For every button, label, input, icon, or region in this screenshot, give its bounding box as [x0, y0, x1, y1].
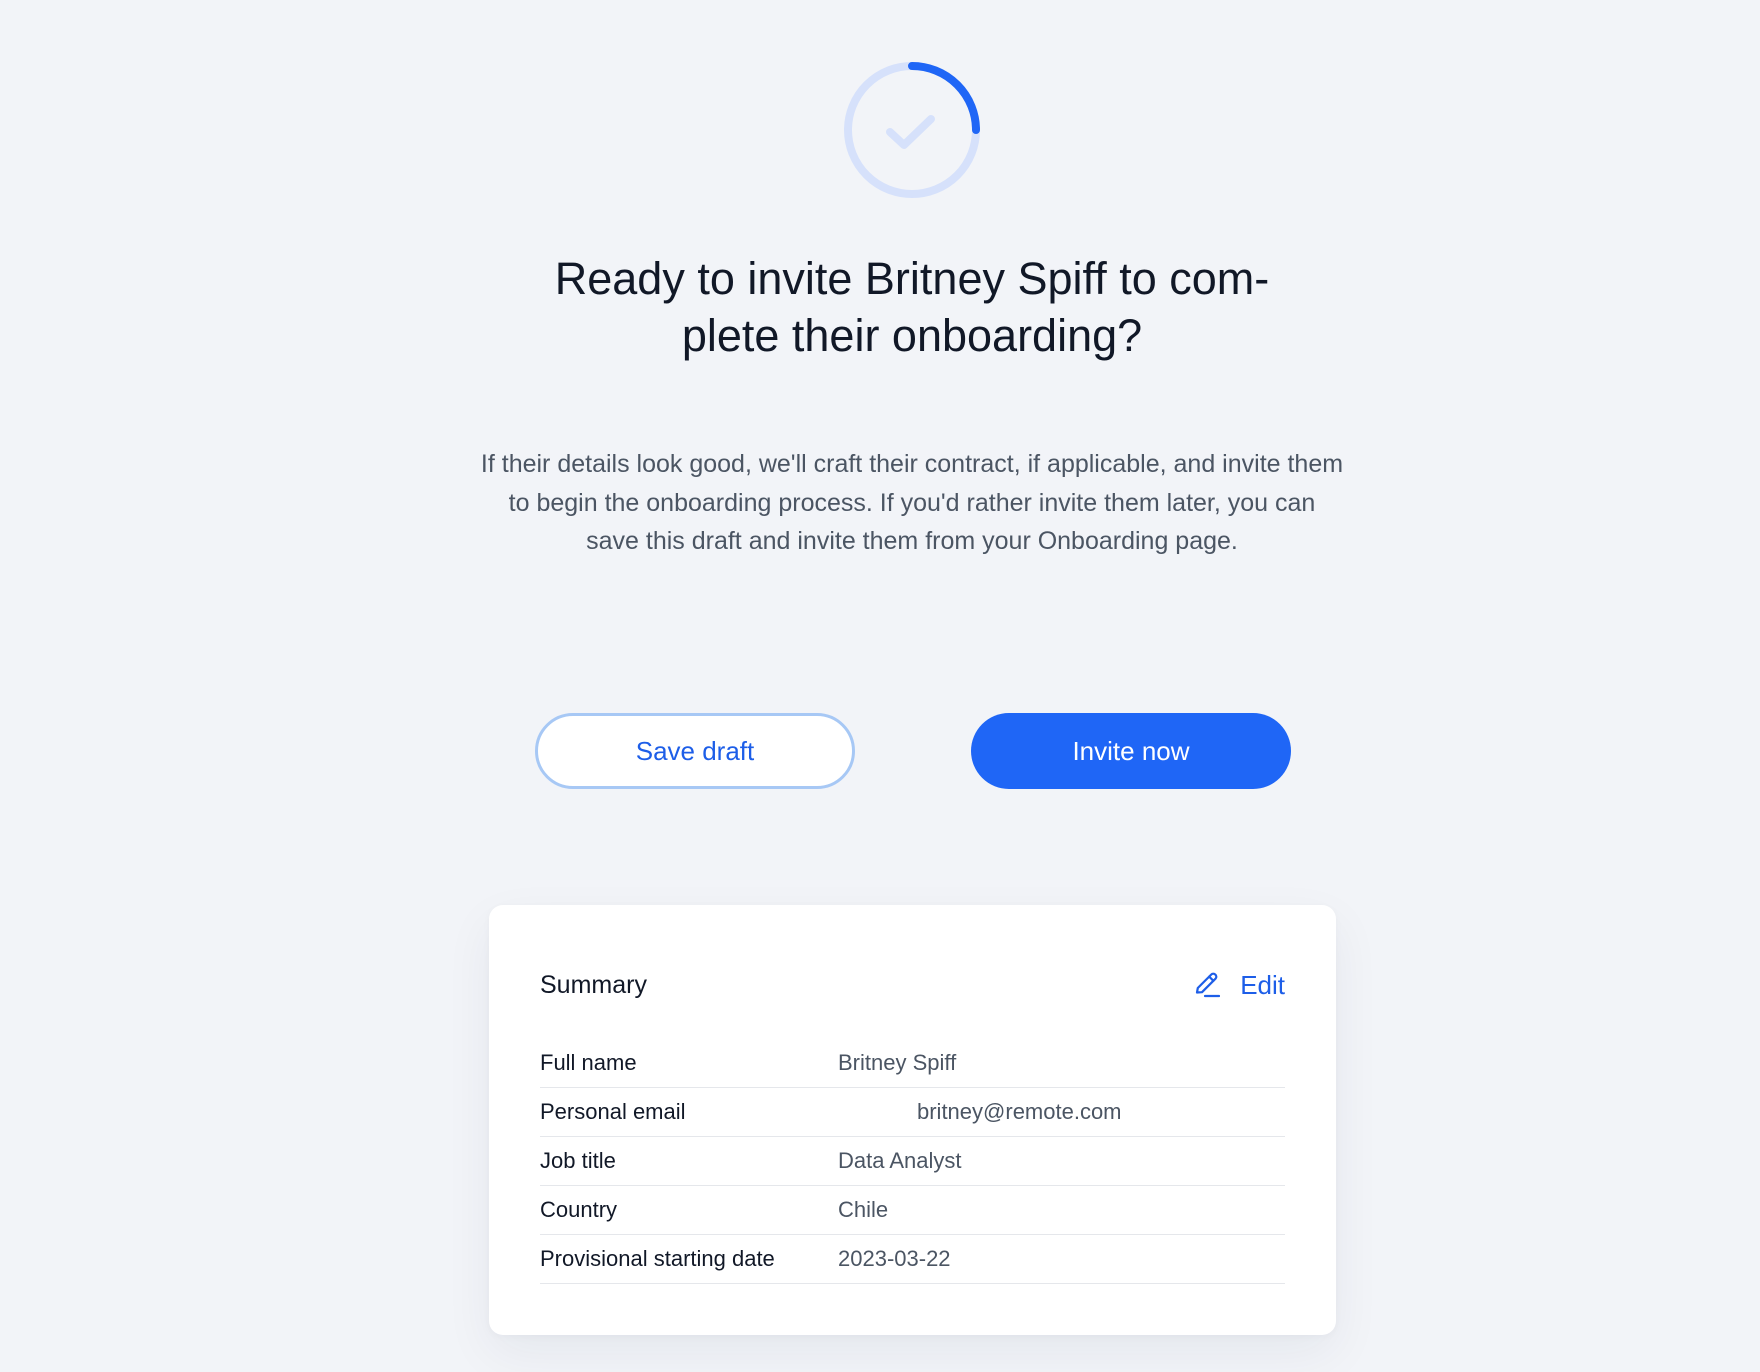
- save-draft-button[interactable]: Save draft: [535, 713, 855, 789]
- summary-value: Data Analyst: [838, 1148, 962, 1173]
- page-description: If their details look good, we'll craft …: [480, 450, 1344, 555]
- check-icon: [886, 115, 935, 149]
- summary-title: Summary: [540, 970, 647, 999]
- summary-card: Summary Edit Full name Britney Spiff Per…: [489, 905, 1336, 1335]
- invite-now-button[interactable]: Invite now: [971, 713, 1291, 789]
- summary-row-start-date: Provisional starting date 2023-03-22: [540, 1235, 1285, 1284]
- summary-value: britney@remote.com: [917, 1099, 1122, 1124]
- summary-header: Summary Edit: [540, 965, 1285, 1005]
- summary-value: Britney Spiff: [838, 1050, 957, 1075]
- summary-label: Job title: [540, 1148, 616, 1173]
- edit-summary-button[interactable]: Edit: [1192, 970, 1285, 1001]
- pencil-icon: [1196, 972, 1221, 998]
- summary-value: Chile: [838, 1197, 889, 1222]
- summary-row-personal-email: Personal email britney@remote.com: [540, 1088, 1285, 1137]
- summary-label: Full name: [540, 1050, 637, 1075]
- progress-ring: [844, 62, 980, 198]
- page-title-line-1: Ready to invite Britney Spiff to com-: [554, 253, 1270, 304]
- summary-value: 2023-03-22: [838, 1246, 951, 1271]
- page-title: Ready to invite Britney Spiff to com- pl…: [430, 250, 1394, 364]
- summary-row-country: Country Chile: [540, 1186, 1285, 1235]
- page-title-line-2: plete their onboarding?: [681, 310, 1143, 361]
- summary-row-full-name: Full name Britney Spiff: [540, 1039, 1285, 1088]
- summary-label: Country: [540, 1197, 618, 1222]
- onboarding-invite-page: Ready to invite Britney Spiff to com- pl…: [0, 0, 1760, 1372]
- summary-label: Provisional starting date: [540, 1246, 775, 1271]
- summary-label: Personal email: [540, 1099, 686, 1124]
- summary-row-job-title: Job title Data Analyst: [540, 1137, 1285, 1186]
- summary-table: Full name Britney Spiff Personal email b…: [540, 1039, 1285, 1284]
- edit-label: Edit: [1240, 969, 1285, 1000]
